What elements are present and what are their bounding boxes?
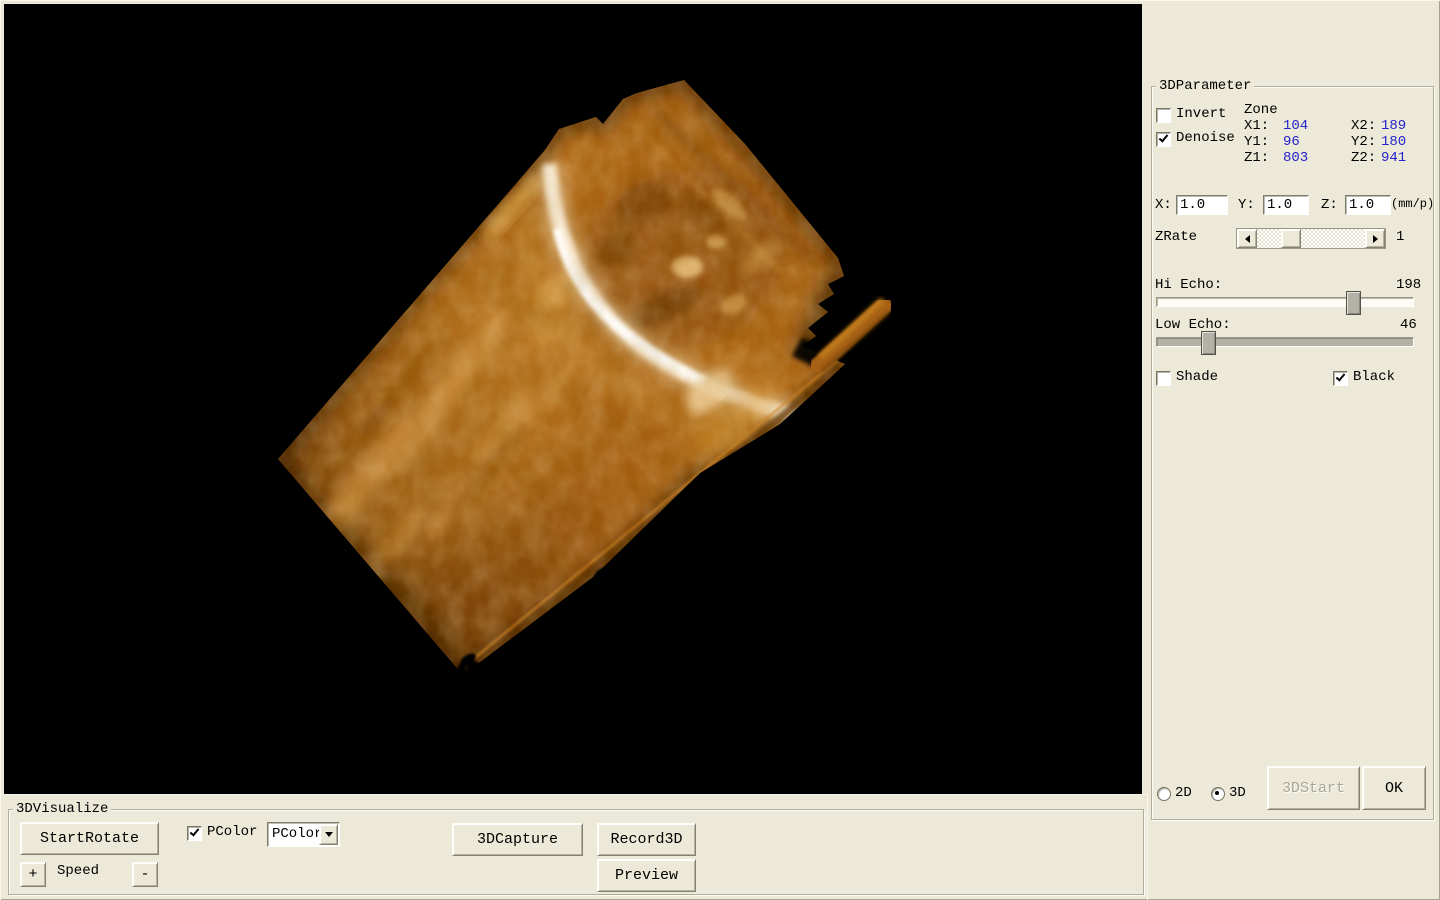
denoise-checkbox[interactable]: [1156, 132, 1171, 147]
render-viewport[interactable]: [4, 4, 1142, 794]
speed-label: Speed: [57, 864, 99, 879]
mode-2d-label: 2D: [1175, 786, 1192, 801]
hi-echo-label: Hi Echo:: [1155, 278, 1222, 293]
zone-y1-label: Y1:: [1244, 135, 1269, 150]
chevron-down-icon: [325, 832, 333, 837]
hi-echo-thumb[interactable]: [1346, 291, 1361, 315]
3dstart-button[interactable]: 3DStart: [1267, 766, 1360, 810]
x-scale-input[interactable]: [1176, 195, 1228, 215]
zone-x1-label: X1:: [1244, 119, 1269, 134]
zrate-scrollbar[interactable]: [1236, 228, 1386, 249]
mode-3d-label: 3D: [1229, 786, 1246, 801]
zrate-left-arrow-button[interactable]: [1237, 229, 1257, 248]
arrow-right-icon: [1373, 235, 1378, 243]
low-echo-label: Low Echo:: [1155, 318, 1231, 333]
hi-echo-slider[interactable]: [1156, 297, 1414, 307]
black-label: Black: [1353, 370, 1395, 385]
zone-x2-value: 189: [1381, 119, 1406, 134]
start-rotate-button[interactable]: StartRotate: [20, 822, 159, 855]
zone-z1-value: 803: [1283, 151, 1308, 166]
preview-button[interactable]: Preview: [597, 859, 696, 892]
right-panel-separator: [1147, 795, 1148, 900]
speed-minus-button[interactable]: -: [132, 862, 158, 887]
app-window: 3DParameter Invert Denoise Zone X1: 104 …: [0, 0, 1440, 900]
zrate-thumb[interactable]: [1281, 229, 1301, 248]
speed-plus-button[interactable]: +: [20, 862, 46, 887]
shade-checkbox[interactable]: [1156, 371, 1171, 386]
zone-x1-value: 104: [1283, 119, 1308, 134]
hi-echo-value: 198: [1396, 278, 1421, 293]
shade-label: Shade: [1176, 370, 1218, 385]
ultrasound-3d-render: [4, 4, 1142, 794]
parameter-group-label: 3DParameter: [1156, 79, 1254, 93]
zrate-label: ZRate: [1155, 230, 1197, 245]
low-echo-thumb[interactable]: [1201, 331, 1216, 355]
arrow-left-icon: [1245, 235, 1250, 243]
pcolor-dropdown[interactable]: PColor: [267, 822, 340, 847]
denoise-label: Denoise: [1176, 131, 1235, 146]
pcolor-label: PColor: [207, 825, 257, 840]
invert-checkbox[interactable]: [1156, 108, 1171, 123]
y-scale-input[interactable]: [1263, 195, 1309, 215]
zrate-right-arrow-button[interactable]: [1365, 229, 1385, 248]
ok-button[interactable]: OK: [1362, 766, 1426, 810]
zone-y2-label: Y2:: [1351, 135, 1376, 150]
x-scale-label: X:: [1155, 198, 1172, 213]
z-scale-input[interactable]: [1345, 195, 1391, 215]
mode-3d-radio[interactable]: [1211, 787, 1225, 801]
zone-y2-value: 180: [1381, 135, 1406, 150]
3dcapture-button[interactable]: 3DCapture: [452, 823, 583, 856]
invert-label: Invert: [1176, 107, 1226, 122]
pcolor-dropdown-value: PColor: [272, 826, 322, 842]
pcolor-checkbox[interactable]: [187, 826, 202, 841]
y-scale-label: Y:: [1238, 198, 1255, 213]
visualize-group-label: 3DVisualize: [13, 802, 111, 816]
zone-x2-label: X2:: [1351, 119, 1376, 134]
zone-z2-value: 941: [1381, 151, 1406, 166]
zone-label: Zone: [1244, 103, 1278, 118]
pcolor-dropdown-button[interactable]: [319, 824, 338, 845]
z-scale-label: Z:: [1321, 198, 1338, 213]
bottom-panel-separator: [0, 794, 1148, 795]
mode-2d-radio[interactable]: [1157, 787, 1171, 801]
zrate-value: 1: [1396, 230, 1404, 245]
record3d-button[interactable]: Record3D: [597, 823, 696, 856]
zone-z2-label: Z2:: [1351, 151, 1376, 166]
zone-y1-value: 96: [1283, 135, 1300, 150]
scale-unit-label: (mm/p): [1391, 197, 1434, 212]
black-checkbox[interactable]: [1333, 371, 1348, 386]
low-echo-slider[interactable]: [1156, 337, 1414, 347]
zone-z1-label: Z1:: [1244, 151, 1269, 166]
low-echo-value: 46: [1400, 318, 1417, 333]
